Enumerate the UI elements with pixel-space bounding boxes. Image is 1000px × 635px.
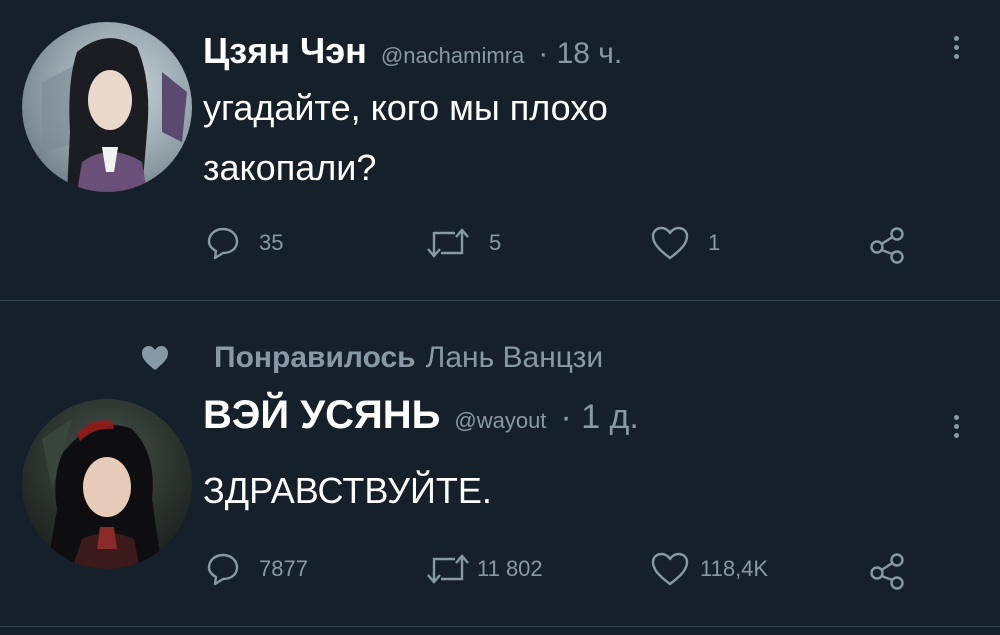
- retweet-count: 11 802: [477, 556, 543, 581]
- reply-button[interactable]: 7877: [205, 551, 308, 587]
- retweet-count: 5: [489, 230, 502, 255]
- avatar-portrait: [42, 38, 187, 192]
- tweet-header: ВЭЙ УСЯНЬ @wayout · 1 д.: [203, 393, 639, 438]
- reply-count: 35: [259, 230, 284, 255]
- tweet[interactable]: Понравилось Лань Ванцзи ВЭЙ УСЯНЬ @wayou…: [0, 301, 1000, 625]
- heart-filled-icon: [142, 346, 168, 370]
- reply-count: 7877: [259, 556, 308, 581]
- share-icon: [870, 227, 904, 264]
- timestamp[interactable]: · 1 д.: [560, 398, 638, 437]
- avatar-portrait: [42, 419, 162, 569]
- social-context: Понравилось Лань Ванцзи: [140, 341, 603, 375]
- like-count: 118,4K: [700, 556, 769, 581]
- reply-icon: [207, 553, 239, 586]
- liked-by-name[interactable]: Лань Ванцзи: [426, 341, 604, 375]
- author-name[interactable]: ВЭЙ УСЯНЬ: [203, 393, 440, 438]
- author-name[interactable]: Цзян Чэн: [203, 30, 367, 72]
- author-handle[interactable]: @nachamimra: [381, 43, 524, 69]
- divider: [0, 626, 1000, 627]
- like-button[interactable]: 1: [650, 225, 720, 261]
- tweet-text-line: угадайте, кого мы плохо: [203, 87, 608, 128]
- tweet-text-line: закопали?: [203, 147, 377, 188]
- share-icon: [870, 553, 904, 590]
- retweet-icon: [427, 228, 469, 258]
- like-count: 1: [708, 230, 721, 255]
- liked-label: Понравилось: [214, 341, 416, 374]
- avatar[interactable]: [22, 399, 192, 569]
- tweet[interactable]: Цзян Чэн @nachamimra · 18 ч. угадайте, к…: [0, 0, 1000, 300]
- more-vertical-icon[interactable]: [952, 32, 960, 63]
- avatar[interactable]: [22, 22, 192, 192]
- like-button[interactable]: 118,4K: [650, 551, 768, 587]
- tweet-header: Цзян Чэн @nachamimra · 18 ч.: [203, 30, 622, 72]
- retweet-icon: [427, 554, 469, 584]
- author-handle[interactable]: @wayout: [454, 408, 546, 434]
- more-vertical-icon[interactable]: [952, 411, 960, 442]
- share-button[interactable]: [868, 225, 908, 265]
- tweet-actions: 7877 11 802 118,4K: [0, 551, 1000, 591]
- heart-icon: [651, 226, 689, 260]
- share-button[interactable]: [868, 551, 908, 591]
- reply-button[interactable]: 35: [205, 225, 283, 261]
- heart-icon: [651, 552, 689, 586]
- tweet-text: ЗДРАВСТВУЙТЕ.: [203, 461, 492, 521]
- tweet-text: угадайте, кого мы плохо закопали?: [203, 78, 608, 198]
- timestamp[interactable]: · 18 ч.: [538, 37, 622, 71]
- tweet-text-line: ЗДРАВСТВУЙТЕ.: [203, 470, 492, 511]
- tweet-actions: 35 5 1: [0, 225, 1000, 265]
- retweet-button[interactable]: 11 802: [425, 551, 543, 587]
- reply-icon: [207, 227, 239, 260]
- retweet-button[interactable]: 5: [425, 225, 501, 261]
